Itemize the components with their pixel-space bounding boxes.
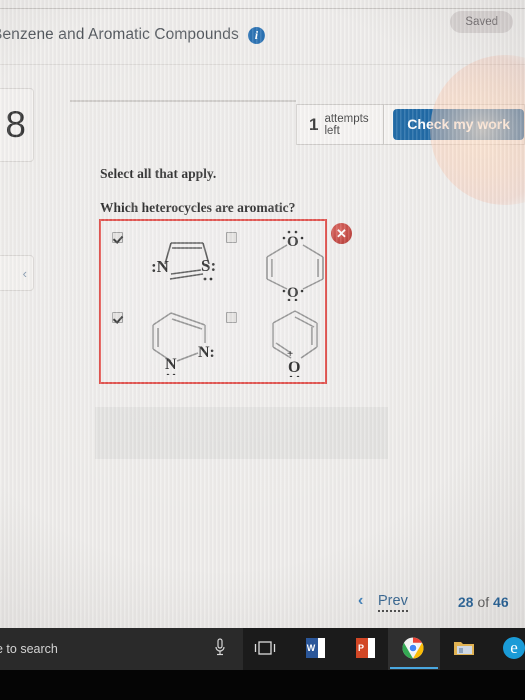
checkbox-option-pyrylium[interactable] [226, 312, 237, 323]
search-placeholder: e to search [0, 642, 58, 656]
svg-text::N: :N [151, 257, 170, 276]
incorrect-marker-icon: ✕ [331, 223, 352, 244]
svg-text:S:: S: [201, 256, 216, 275]
answer-options-region: :N S: O O N: N + O [99, 219, 327, 384]
structure-pyridazine: N: N [152, 312, 215, 375]
status-badge: Saved [450, 11, 513, 33]
check-my-work-container: Check my work [384, 104, 525, 145]
toolbar-rule [70, 100, 296, 102]
word-icon[interactable]: W [300, 634, 330, 662]
question-toolbar: 1 attempts left Check my work [296, 104, 525, 145]
taskbar-lower-fill [0, 670, 525, 700]
question-number: 8 [5, 104, 26, 145]
chevron-left-icon[interactable]: ‹ [358, 592, 363, 610]
structure-dioxine: O O [266, 230, 324, 301]
ppt-letter: P [355, 638, 367, 658]
check-my-work-button[interactable]: Check my work [393, 109, 524, 140]
task-view-icon[interactable] [250, 634, 280, 662]
checkbox-option-dioxine[interactable] [226, 232, 237, 243]
powerpoint-icon[interactable]: P [350, 634, 380, 662]
chapter-header: Benzene and Aromatic Compounds i [0, 12, 525, 58]
question-prompt: Which heterocycles are aromatic? [100, 200, 296, 215]
prev-link[interactable]: Prev [378, 593, 408, 612]
top-divider [0, 8, 525, 9]
svg-text:O: O [287, 234, 299, 250]
page-title: Benzene and Aromatic Compounds [0, 26, 239, 43]
info-icon[interactable]: i [247, 26, 265, 44]
content-placeholder-band [95, 407, 388, 459]
chrome-active-underline [390, 667, 438, 669]
page-total: 46 [493, 594, 509, 610]
svg-text:N: N [165, 356, 177, 373]
screen-photo: Benzene and Aromatic Compounds i Saved 8… [0, 0, 525, 700]
search-input[interactable]: e to search [0, 628, 243, 670]
file-explorer-icon[interactable] [449, 634, 479, 662]
prev-question-button[interactable]: ‹ [0, 255, 34, 291]
browser-screen: Benzene and Aromatic Compounds i Saved 8… [0, 0, 525, 628]
attempts-label: attempts left [324, 112, 369, 137]
header-divider [0, 64, 525, 65]
structure-pyrylium: + O [272, 310, 318, 377]
attempts-count: 1 [309, 114, 319, 134]
chevron-left-icon: ‹ [22, 265, 27, 281]
svg-text:O: O [288, 359, 300, 376]
attempts-indicator: 1 attempts left [296, 104, 385, 145]
svg-text:O: O [287, 285, 299, 301]
svg-text:N:: N: [198, 344, 215, 361]
structure-thiazole: :N S: [151, 242, 216, 281]
question-number-chip: 8 [0, 88, 34, 162]
edge-letter: e [503, 637, 525, 659]
microphone-icon[interactable] [212, 636, 228, 660]
page-of-label: of [477, 594, 490, 610]
edge-icon[interactable]: e [499, 634, 525, 662]
page-current: 28 [458, 594, 474, 610]
page-indicator: 28 of 46 [458, 594, 509, 610]
chrome-icon[interactable] [398, 634, 428, 662]
instruction-text: Select all that apply. [100, 166, 217, 181]
word-letter: W [305, 638, 317, 658]
checkbox-option-thiazole[interactable] [112, 232, 123, 243]
checkbox-option-pyridazine[interactable] [112, 312, 123, 323]
